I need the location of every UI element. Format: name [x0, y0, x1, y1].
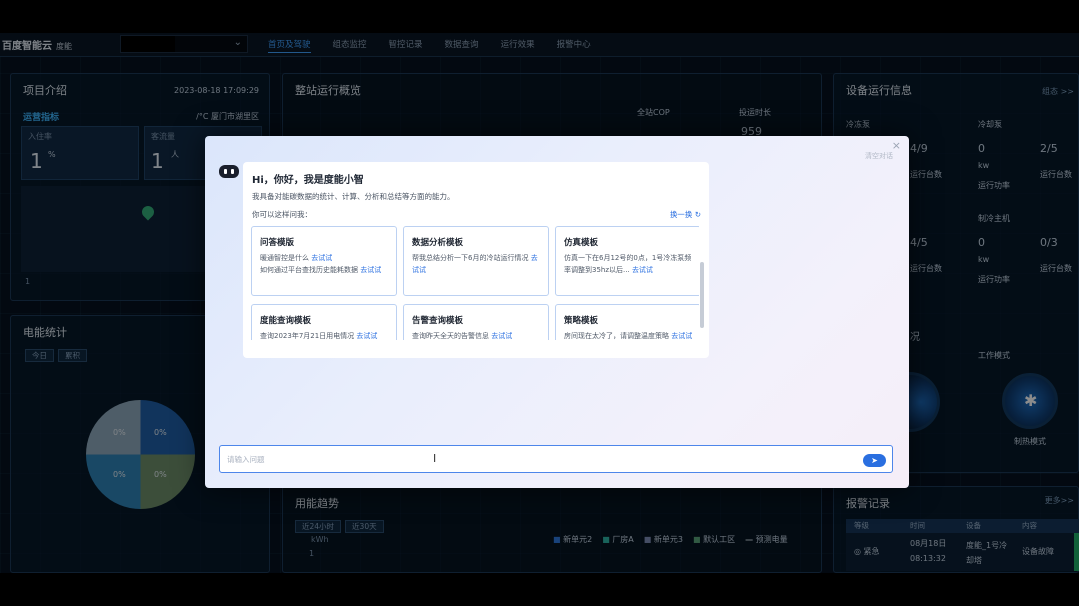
- template-card-analysis[interactable]: 数据分析模板 帮我总结分析一下6月的冷站运行情况 去试试: [403, 226, 549, 296]
- template-card-strategy[interactable]: 策略模板 房间现在太冷了，请调整温度策略 去试试: [555, 304, 699, 340]
- template-card-simulation[interactable]: 仿真模板 仿真一下在6月12号的0点，1号冷冻泵频率调整到35hz以后... 去…: [555, 226, 699, 296]
- try-link[interactable]: 去试试: [632, 266, 653, 274]
- template-title: 告警查询模板: [412, 316, 464, 326]
- robot-avatar-icon: [219, 165, 239, 178]
- assistant-intro: 我具备对能碳数据的统计、计算、分析和总结等方面的能力。: [252, 192, 455, 201]
- try-link[interactable]: 去试试: [356, 332, 377, 340]
- template-question: 查询昨天全天的告警信息: [412, 332, 489, 340]
- try-link[interactable]: 去试试: [311, 254, 332, 262]
- template-body: 暖通智控是什么 去试试 如何通过平台查找历史能耗数据 去试试: [260, 252, 392, 276]
- assistant-dialog: × 清空对话 Hi，你好，我是度能小智 我具备对能碳数据的统计、计算、分析和总结…: [205, 136, 909, 488]
- clear-chat-button[interactable]: 清空对话: [865, 151, 893, 161]
- template-body: 帮我总结分析一下6月的冷站运行情况 去试试: [412, 252, 544, 276]
- assistant-message: Hi，你好，我是度能小智 我具备对能碳数据的统计、计算、分析和总结等方面的能力。…: [243, 162, 709, 358]
- question-input[interactable]: 请输入问题 I ➤: [219, 445, 893, 473]
- template-question: 帮我总结分析一下6月的冷站运行情况: [412, 254, 529, 262]
- template-title: 数据分析模板: [412, 238, 464, 248]
- suggestion-heading: 你可以这样问我：: [252, 210, 312, 219]
- template-question: 暖通智控是什么: [260, 254, 309, 262]
- try-link[interactable]: 去试试: [491, 332, 512, 340]
- template-body: 查询昨天全天的告警信息 去试试: [412, 330, 544, 340]
- template-title: 策略模板: [564, 316, 599, 326]
- template-body: 房间现在太冷了，请调整温度策略 去试试: [564, 330, 696, 340]
- refresh-icon: ↻: [694, 210, 701, 219]
- assistant-greeting: Hi，你好，我是度能小智: [252, 175, 364, 186]
- close-icon[interactable]: ×: [892, 139, 901, 152]
- template-body: 查询2023年7月21日用电情况 去试试: [260, 330, 392, 340]
- template-card-qa[interactable]: 问答模版 暖通智控是什么 去试试 如何通过平台查找历史能耗数据 去试试: [251, 226, 397, 296]
- try-link[interactable]: 去试试: [360, 266, 381, 274]
- template-question: 仿真一下在6月12号的0点，1号冷冻泵频率调整到35hz以后...: [564, 254, 692, 274]
- template-scrollbar[interactable]: [700, 262, 704, 328]
- template-question: 查询2023年7月21日用电情况: [260, 332, 355, 340]
- template-title: 仿真模板: [564, 238, 599, 248]
- template-card-energy-query[interactable]: 度能查询模板 查询2023年7月21日用电情况 去试试: [251, 304, 397, 340]
- send-button[interactable]: ➤: [863, 454, 886, 467]
- template-grid: 问答模版 暖通智控是什么 去试试 如何通过平台查找历史能耗数据 去试试 数据分析模…: [251, 226, 699, 340]
- text-cursor-icon: I: [433, 452, 437, 465]
- question-placeholder: 请输入问题: [227, 455, 265, 464]
- template-title: 度能查询模板: [260, 316, 312, 326]
- refresh-label: 换一换: [669, 210, 693, 219]
- refresh-suggestions-button[interactable]: 换一换 ↻: [670, 209, 701, 220]
- template-question: 房间现在太冷了，请调整温度策略: [564, 332, 669, 340]
- template-question: 如何通过平台查找历史能耗数据: [260, 266, 358, 274]
- try-link[interactable]: 去试试: [671, 332, 692, 340]
- screen: 百度智能云 度能 ⌄ 首页及驾驶 组态监控 智控记录 数据查询 运行效果 报警中心…: [0, 0, 1079, 606]
- template-card-alarm-query[interactable]: 告警查询模板 查询昨天全天的告警信息 去试试: [403, 304, 549, 340]
- template-body: 仿真一下在6月12号的0点，1号冷冻泵频率调整到35hz以后... 去试试: [564, 252, 696, 276]
- template-title: 问答模版: [260, 238, 295, 248]
